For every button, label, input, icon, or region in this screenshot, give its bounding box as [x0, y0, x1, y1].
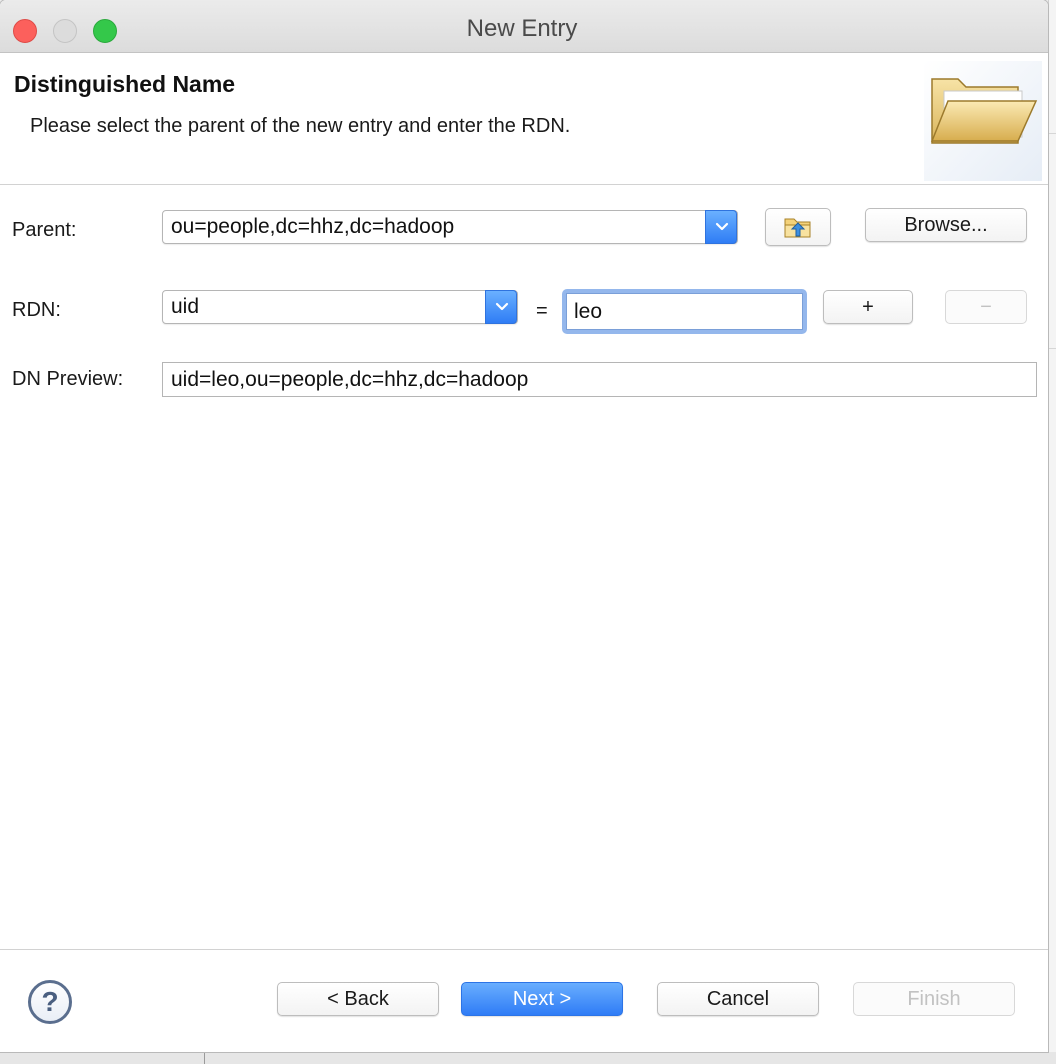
rdn-type-value: uid	[171, 295, 200, 318]
remove-rdn-button[interactable]: −	[945, 290, 1027, 324]
add-rdn-button[interactable]: +	[823, 290, 913, 324]
new-entry-dialog: New Entry Distinguished Name Please sele…	[0, 0, 1048, 1052]
chevron-down-icon[interactable]	[705, 210, 737, 244]
dn-preview-label: DN Preview:	[12, 368, 124, 390]
cancel-button[interactable]: Cancel	[657, 982, 819, 1016]
next-button[interactable]: Next >	[461, 982, 623, 1016]
background-window-bottom	[0, 1052, 1056, 1064]
parent-combo[interactable]: ou=people,dc=hhz,dc=hadoop	[162, 210, 738, 244]
browse-button[interactable]: Browse...	[865, 208, 1027, 242]
equals-sign: =	[536, 300, 548, 322]
page-description: Please select the parent of the new entr…	[30, 115, 571, 137]
parent-label: Parent:	[12, 219, 77, 241]
back-button[interactable]: < Back	[277, 982, 439, 1016]
rdn-type-combo[interactable]: uid	[162, 290, 518, 324]
page-title: Distinguished Name	[14, 71, 236, 97]
chevron-down-icon[interactable]	[485, 290, 517, 324]
open-folder-icon	[924, 61, 1042, 181]
parent-value: ou=people,dc=hhz,dc=hadoop	[171, 215, 455, 238]
folder-up-icon	[784, 218, 811, 238]
help-icon[interactable]: ?	[28, 980, 72, 1024]
finish-button[interactable]: Finish	[853, 982, 1015, 1016]
footer-divider	[0, 949, 1048, 950]
rdn-value-field[interactable]	[562, 289, 807, 334]
background-divider	[204, 1052, 205, 1064]
background-divider	[1048, 133, 1056, 134]
background-window-edge	[1048, 0, 1056, 1064]
background-divider	[1048, 348, 1056, 349]
parent-up-button[interactable]	[765, 208, 831, 246]
rdn-label: RDN:	[12, 299, 61, 321]
title-bar: New Entry	[0, 0, 1048, 53]
rdn-value-input[interactable]	[566, 293, 803, 330]
window-title: New Entry	[466, 15, 578, 42]
wizard-header: Distinguished Name Please select the par…	[0, 53, 1048, 185]
dn-preview-field: uid=leo,ou=people,dc=hhz,dc=hadoop	[162, 362, 1037, 397]
